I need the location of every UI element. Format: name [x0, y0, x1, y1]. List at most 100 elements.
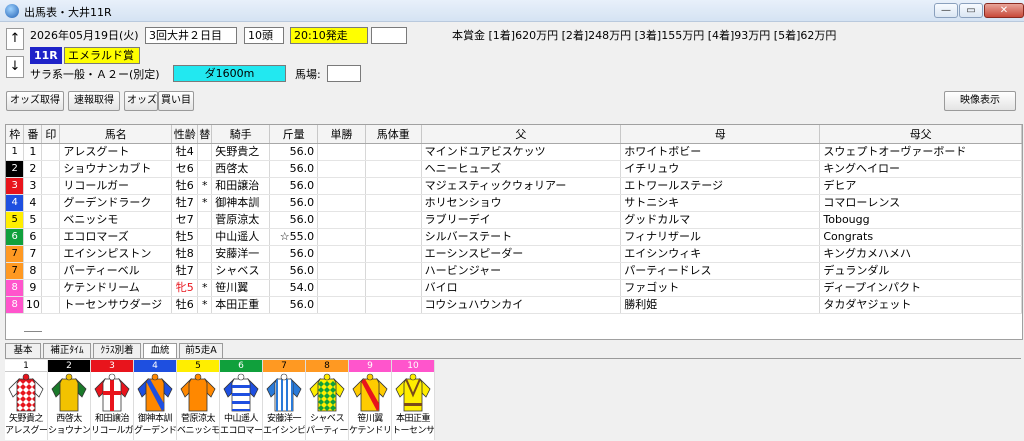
- number-cell: 2: [23, 160, 43, 178]
- table-row[interactable]: 4 4 グーデンドラーク 牡7 * 御神本訓 56.0 ホリセンショウ サトニシキ コマローレンス: [6, 194, 1022, 212]
- weight-cell: 56.0: [269, 245, 319, 263]
- close-button[interactable]: ✕: [984, 3, 1024, 18]
- change-cell: [197, 160, 213, 178]
- column-header[interactable]: 母: [620, 125, 821, 144]
- table-row[interactable]: 8 10 トーセンサウダージ 牡6 * 本田正重 56.0 コウシュハウンカイ 勝利姫 タカダヤジ…: [6, 296, 1022, 314]
- tab-item[interactable]: ｸﾗｽ別着: [93, 343, 141, 358]
- horse-name-cell: ベニッシモ: [59, 211, 173, 229]
- race-number-badge: 11R: [30, 47, 62, 64]
- sire-cell: ヘニーヒューズ: [421, 160, 622, 178]
- sire-cell: エーシンスピーダー: [421, 245, 622, 263]
- mark-cell: [41, 279, 61, 297]
- column-header[interactable]: 馬体重: [365, 125, 422, 144]
- silk-number: 3: [91, 360, 133, 372]
- column-header[interactable]: 斤量: [269, 125, 319, 144]
- race-date: 2026年05月19日(火): [30, 29, 139, 42]
- sex-age-cell: 牡7: [171, 262, 199, 280]
- number-cell: 9: [23, 279, 43, 297]
- number-cell: 4: [23, 194, 43, 212]
- silk-number: 2: [48, 360, 90, 372]
- jockey-cell: 御神本訓: [211, 194, 271, 212]
- weight-cell: 56.0: [269, 143, 319, 161]
- jockey-cell: 本田正重: [211, 296, 271, 314]
- jockey-silk-icon: [51, 373, 87, 412]
- damsire-cell: Tobougg: [819, 211, 1022, 229]
- silk-jockey-name: 矢野貴之: [8, 414, 44, 424]
- table-row[interactable]: 7 8 パーティーベル 牡7 シャベス 56.0 ハービンジャー パーティードレス デュランダル: [6, 262, 1022, 280]
- jockey-cell: 中山遥人: [211, 228, 271, 246]
- maximize-button[interactable]: ▭: [959, 3, 983, 18]
- odds-button[interactable]: オッズ: [124, 91, 158, 111]
- silk-horse-name: ケテンドリーム: [349, 426, 391, 436]
- column-header[interactable]: 枠: [6, 125, 25, 144]
- column-header[interactable]: 印: [41, 125, 61, 144]
- column-header[interactable]: 父: [421, 125, 622, 144]
- sex-age-cell: 牡7: [171, 194, 199, 212]
- buy-button[interactable]: 買い目: [158, 91, 194, 111]
- table-row[interactable]: 3 3 リコールガー 牡6 * 和田譲治 56.0 マジェスティックウォリアー エトワールステー…: [6, 177, 1022, 195]
- change-cell: *: [197, 177, 213, 195]
- table-row[interactable]: 7 7 エイシンピストン 牡8 安藤洋一 56.0 エーシンスピーダー エイシンウィキ キングカ…: [6, 245, 1022, 263]
- column-header[interactable]: 騎手: [211, 125, 271, 144]
- minimize-button[interactable]: —: [934, 3, 958, 18]
- video-button[interactable]: 映像表示: [944, 91, 1016, 111]
- mark-cell: [41, 245, 61, 263]
- silk-jockey-name: 西啓太: [56, 414, 82, 424]
- weight-cell: 56.0: [269, 211, 319, 229]
- jockey-silk-icon: [223, 373, 259, 412]
- sex-age-cell: 牡4: [171, 143, 199, 161]
- column-header[interactable]: 性齢: [171, 125, 199, 144]
- tab-item[interactable]: 補正ﾀｲﾑ: [43, 343, 91, 358]
- mark-cell: [41, 296, 61, 314]
- track-condition-field: [327, 65, 361, 82]
- silk-number: 8: [306, 360, 348, 372]
- mark-cell: [41, 177, 61, 195]
- sex-age-cell: 牡6: [171, 177, 199, 195]
- waku-cell: 8: [6, 296, 25, 314]
- quick-fetch-button[interactable]: 速報取得: [68, 91, 120, 111]
- damsire-cell: キングカメハメハ: [819, 245, 1022, 263]
- column-header[interactable]: 替: [197, 125, 213, 144]
- silk-horse-name: パーティーベル: [306, 426, 348, 436]
- dam-cell: グッドカルマ: [620, 211, 821, 229]
- silk-horse-name: アレスグート: [5, 426, 47, 436]
- next-race-button[interactable]: ↓: [6, 56, 24, 78]
- odds-cell: [317, 279, 366, 297]
- dam-cell: パーティードレス: [620, 262, 821, 280]
- silk-card: 8 シャベスパーティーベル: [306, 360, 349, 440]
- race-name: エメラルド賞: [64, 47, 140, 64]
- odds-fetch-button[interactable]: オッズ取得: [6, 91, 64, 111]
- silk-number: 6: [220, 360, 262, 372]
- column-header[interactable]: 馬名: [59, 125, 173, 144]
- tab-item[interactable]: 前5走A: [179, 343, 223, 358]
- waku-cell: 7: [6, 245, 25, 263]
- jockey-silk-icon: [395, 373, 431, 412]
- waku-cell: 7: [6, 262, 25, 280]
- blank-field: [371, 27, 407, 44]
- horse-name-cell: リコールガー: [59, 177, 173, 195]
- tab-item[interactable]: 基本: [5, 343, 41, 358]
- table-row[interactable]: 6 6 エコロマーズ 牡5 中山遥人 ☆55.0 シルバーステート フィナリザール Congra…: [6, 228, 1022, 246]
- silk-jockey-name: 笹川翼: [357, 414, 383, 424]
- prev-race-button[interactable]: ↑: [6, 28, 24, 50]
- column-header[interactable]: 単勝: [317, 125, 366, 144]
- horse-name-cell: アレスグート: [59, 143, 173, 161]
- mark-cell: [41, 262, 61, 280]
- table-row[interactable]: 8 9 ケテンドリーム 牝5 * 笹川翼 54.0 バイロ ファゴット ディープインパクト: [6, 279, 1022, 297]
- table-row[interactable]: 2 2 ショウナンカブト セ6 西啓太 56.0 ヘニーヒューズ イチリュウ キングヘイロー: [6, 160, 1022, 178]
- waku-cell: 2: [6, 160, 25, 178]
- weight-cell: ☆55.0: [269, 228, 319, 246]
- tab-item[interactable]: 血統: [143, 343, 177, 359]
- jockey-cell: 安藤洋一: [211, 245, 271, 263]
- odds-cell: [317, 262, 366, 280]
- table-row[interactable]: 5 5 ベニッシモ セ7 菅原涼太 56.0 ラブリーデイ グッドカルマ Tobougg: [6, 211, 1022, 229]
- sire-cell: ラブリーデイ: [421, 211, 622, 229]
- table-row[interactable]: 1 1 アレスグート 牡4 矢野貴之 56.0 マインドユアビスケッツ ホワイトボビー スウェプ…: [6, 143, 1022, 161]
- change-cell: [197, 211, 213, 229]
- silk-horse-name: エイシンピストン: [263, 426, 305, 436]
- column-header[interactable]: 番: [23, 125, 43, 144]
- silk-number: 5: [177, 360, 219, 372]
- column-header[interactable]: 母父: [819, 125, 1022, 144]
- silks-strip: 1 矢野貴之アレスグート 2 西啓太ショウナンカブト 3 和田譲治リコールガー 4 御神本訓グ…: [5, 360, 435, 440]
- silk-card: 10 本田正重トーセンサウダージ: [392, 360, 435, 440]
